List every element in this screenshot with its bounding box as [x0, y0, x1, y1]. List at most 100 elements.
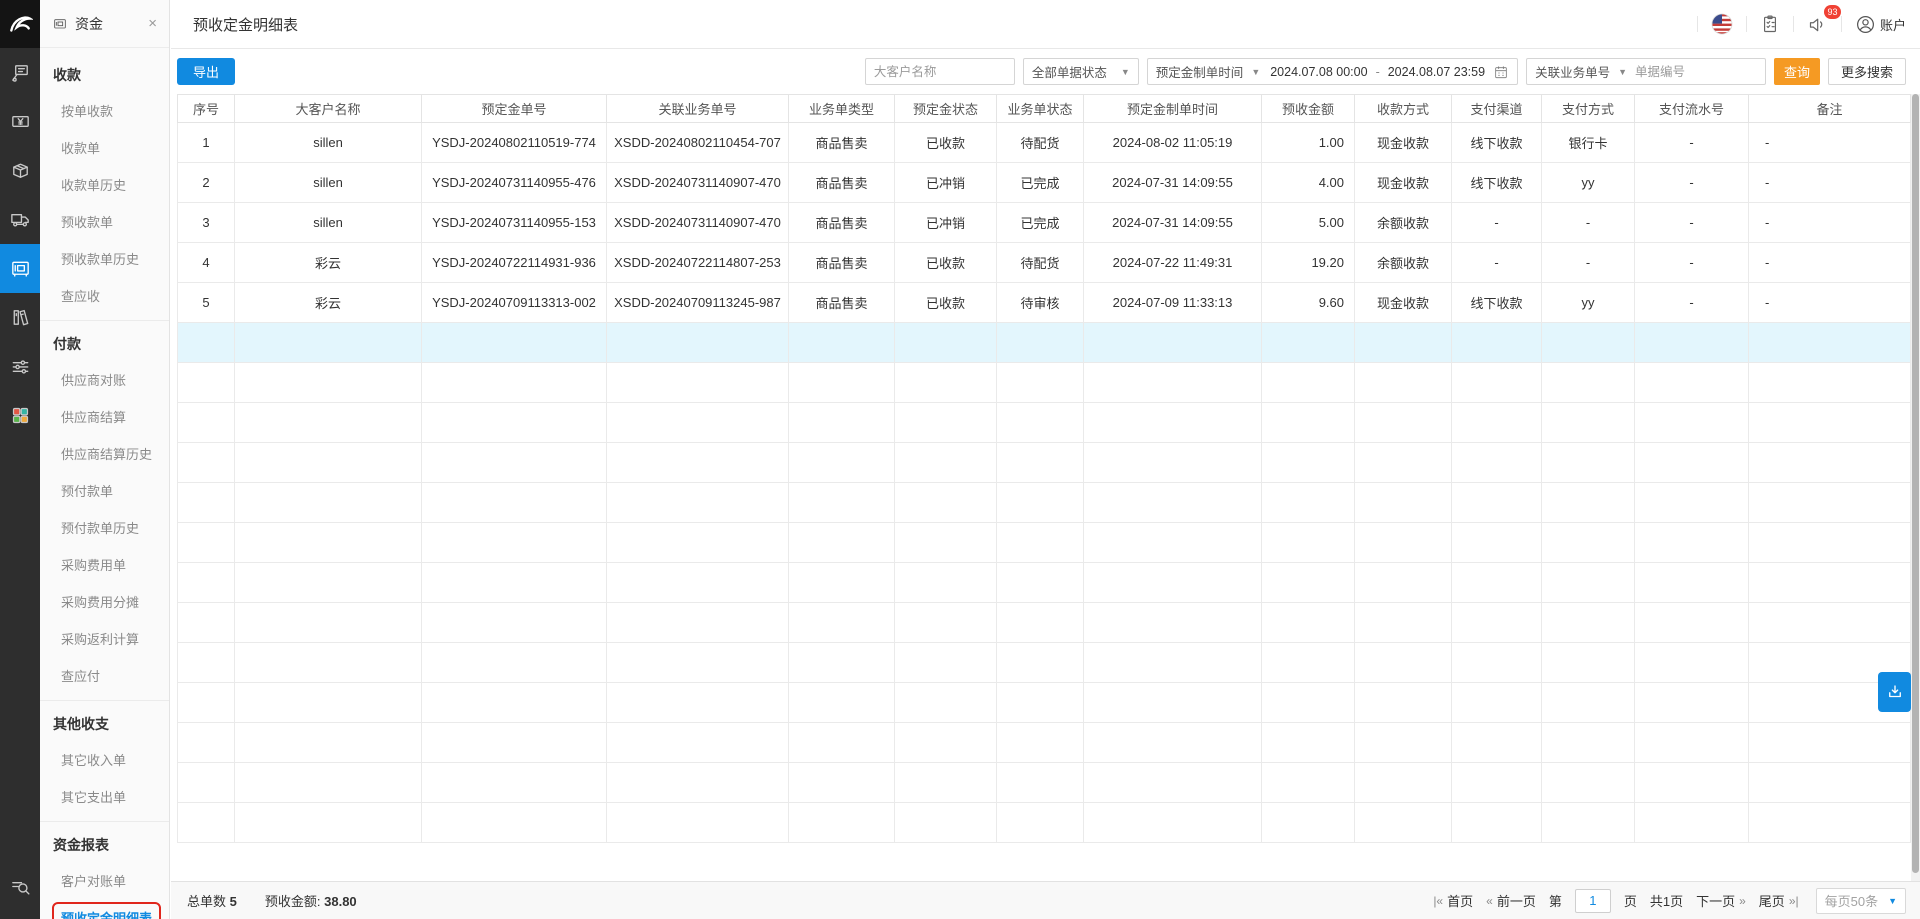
next-page-button[interactable]: 下一页 »: [1696, 891, 1746, 910]
sidebar-item[interactable]: 采购费用单: [40, 546, 169, 583]
sidebar-item[interactable]: 预付款单: [40, 472, 169, 509]
last-page-button[interactable]: 尾页 »|: [1759, 891, 1799, 910]
sidebar-item[interactable]: 供应商结算: [40, 398, 169, 435]
main-area: 预收定金明细表: [171, 0, 1920, 919]
sidebar-item[interactable]: 预收款单历史: [40, 240, 169, 277]
sidebar-section-header: 收款: [40, 52, 169, 92]
column-header: 预定金单号: [422, 95, 607, 123]
scrollbar-thumb[interactable]: [1912, 94, 1919, 873]
table-cell: XSDD-20240722114807-253: [607, 243, 789, 283]
user-icon: [1855, 14, 1876, 35]
module-tab[interactable]: 资金 ×: [40, 0, 169, 48]
table-cell: 彩云: [235, 283, 422, 323]
search-icon[interactable]: [0, 862, 40, 911]
sidebar-item[interactable]: 收款单历史: [40, 166, 169, 203]
date-from-value[interactable]: 2024.07.08 00:00: [1268, 65, 1369, 79]
sidebar-item[interactable]: 查应付: [40, 657, 169, 694]
linked-order-type-select[interactable]: 关联业务单号 ▼: [1527, 62, 1635, 81]
table-row[interactable]: 1sillenYSDJ-20240802110519-774XSDD-20240…: [178, 123, 1911, 163]
date-type-select[interactable]: 预定金制单时间 ▼: [1148, 62, 1268, 81]
sidebar-item-label: 采购费用单: [61, 555, 126, 574]
export-button[interactable]: 导出: [177, 58, 235, 85]
close-icon[interactable]: ×: [146, 15, 159, 32]
table-cell: 商品售卖: [789, 283, 895, 323]
status-bar: 总单数 5 预收金额: 38.80 |« 首页 « 前一页 第 页 共1页: [171, 881, 1920, 919]
empty-row: [178, 723, 1911, 763]
next-page-icon: »: [1739, 894, 1746, 908]
table-row[interactable]: 4彩云YSDJ-20240722114931-936XSDD-202407221…: [178, 243, 1911, 283]
sidebar-item[interactable]: 按单收款: [40, 92, 169, 129]
sidebar-menu: 收款按单收款收款单收款单历史预收款单预收款单历史查应收付款供应商对账供应商结算供…: [40, 48, 169, 919]
sidebar-item[interactable]: 其它收入单: [40, 741, 169, 778]
account-label: 账户: [1880, 15, 1906, 34]
sidebar-item[interactable]: 预付款单历史: [40, 509, 169, 546]
sidebar-item[interactable]: 采购费用分摊: [40, 583, 169, 620]
more-search-button[interactable]: 更多搜索: [1828, 58, 1906, 85]
sidebar-item[interactable]: 查应收: [40, 277, 169, 314]
search-button[interactable]: 查询: [1774, 58, 1820, 85]
customer-name-input[interactable]: [865, 58, 1015, 85]
funds-icon[interactable]: [0, 244, 40, 293]
page-number-input[interactable]: [1575, 889, 1611, 913]
table-cell: 5: [178, 283, 235, 323]
table-cell: -: [1635, 283, 1749, 323]
table-cell: 2024-07-31 14:09:55: [1084, 163, 1262, 203]
sidebar-item[interactable]: 供应商对账: [40, 361, 169, 398]
table-cell: 银行卡: [1542, 123, 1635, 163]
page-size-select[interactable]: 每页50条 ▼: [1816, 888, 1906, 914]
empty-row: [178, 643, 1911, 683]
table-row[interactable]: 3sillenYSDJ-20240731140955-153XSDD-20240…: [178, 203, 1911, 243]
table-cell: 3: [178, 203, 235, 243]
calendar-icon[interactable]: [1493, 64, 1509, 80]
settings-icon[interactable]: [0, 342, 40, 391]
account-button[interactable]: 账户: [1855, 14, 1906, 35]
sidebar-item[interactable]: 采购返利计算: [40, 620, 169, 657]
funds-tab-icon: [52, 16, 68, 32]
table-cell: 已冲销: [895, 163, 997, 203]
table-cell: 线下收款: [1452, 163, 1542, 203]
sidebar-item-label: 预付款单历史: [61, 518, 139, 537]
app-logo-icon[interactable]: [0, 0, 40, 48]
table-cell: sillen: [235, 163, 422, 203]
first-page-icon: |«: [1433, 894, 1443, 908]
sidebar-item[interactable]: 收款单: [40, 129, 169, 166]
logistics-icon[interactable]: [0, 195, 40, 244]
download-fab-button[interactable]: [1878, 672, 1911, 712]
table-cell: 商品售卖: [789, 243, 895, 283]
sidebar-item[interactable]: 预收定金明细表: [40, 899, 169, 919]
sidebar-item-label: 采购费用分摊: [61, 592, 139, 611]
table-cell: 4: [178, 243, 235, 283]
order-number-input[interactable]: [1635, 60, 1765, 83]
notifications-speaker-icon[interactable]: 93: [1807, 14, 1828, 35]
orders-icon[interactable]: [0, 48, 40, 97]
date-to-value[interactable]: 2024.08.07 23:59: [1386, 65, 1487, 79]
data-table: 序号大客户名称预定金单号关联业务单号业务单类型预定金状态业务单状态预定金制单时间…: [177, 94, 1911, 881]
pagination: |« 首页 « 前一页 第 页 共1页 下一页 » 尾页 »|: [1433, 888, 1906, 914]
chevron-down-icon: ▼: [1121, 67, 1130, 77]
order-status-select[interactable]: 全部单据状态 ▼: [1023, 58, 1139, 85]
table-row[interactable]: 5彩云YSDJ-20240709113313-002XSDD-202407091…: [178, 283, 1911, 323]
prev-page-button[interactable]: « 前一页: [1486, 891, 1536, 910]
sidebar-item[interactable]: 其它支出单: [40, 778, 169, 815]
column-header: 预定金制单时间: [1084, 95, 1262, 123]
table-row[interactable]: 2sillenYSDJ-20240731140955-476XSDD-20240…: [178, 163, 1911, 203]
icon-rail: [0, 0, 40, 919]
sidebar-section-header: 资金报表: [40, 822, 169, 862]
first-page-button[interactable]: |« 首页: [1433, 891, 1473, 910]
products-icon[interactable]: [0, 146, 40, 195]
sidebar-item[interactable]: 预收款单: [40, 203, 169, 240]
sidebar-item[interactable]: 客户对账单: [40, 862, 169, 899]
sidebar-item[interactable]: 供应商结算历史: [40, 435, 169, 472]
finance-icon[interactable]: [0, 97, 40, 146]
title-bar: 预收定金明细表: [171, 0, 1920, 49]
column-header: 序号: [178, 95, 235, 123]
apps-icon[interactable]: [0, 391, 40, 440]
table-cell: 已收款: [895, 123, 997, 163]
table-header-row: 序号大客户名称预定金单号关联业务单号业务单类型预定金状态业务单状态预定金制单时间…: [178, 95, 1911, 123]
tasks-clipboard-icon[interactable]: [1760, 14, 1780, 34]
column-header: 业务单类型: [789, 95, 895, 123]
vertical-scrollbar[interactable]: [1911, 94, 1920, 881]
language-flag-icon[interactable]: [1711, 13, 1733, 35]
sidebar-item-label: 收款单: [61, 138, 100, 157]
archives-icon[interactable]: [0, 293, 40, 342]
